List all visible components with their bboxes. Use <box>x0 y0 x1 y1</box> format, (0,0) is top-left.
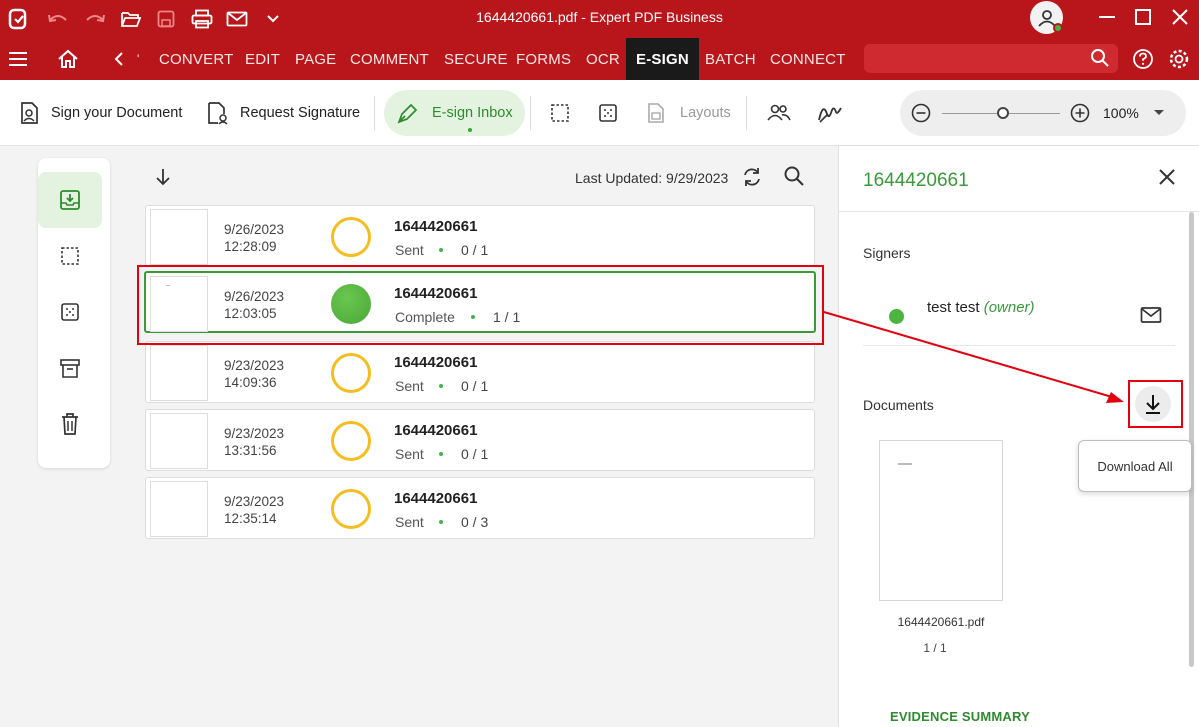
download-all-tooltip: Download All <box>1078 440 1192 492</box>
annotation-arrow <box>823 311 1124 403</box>
